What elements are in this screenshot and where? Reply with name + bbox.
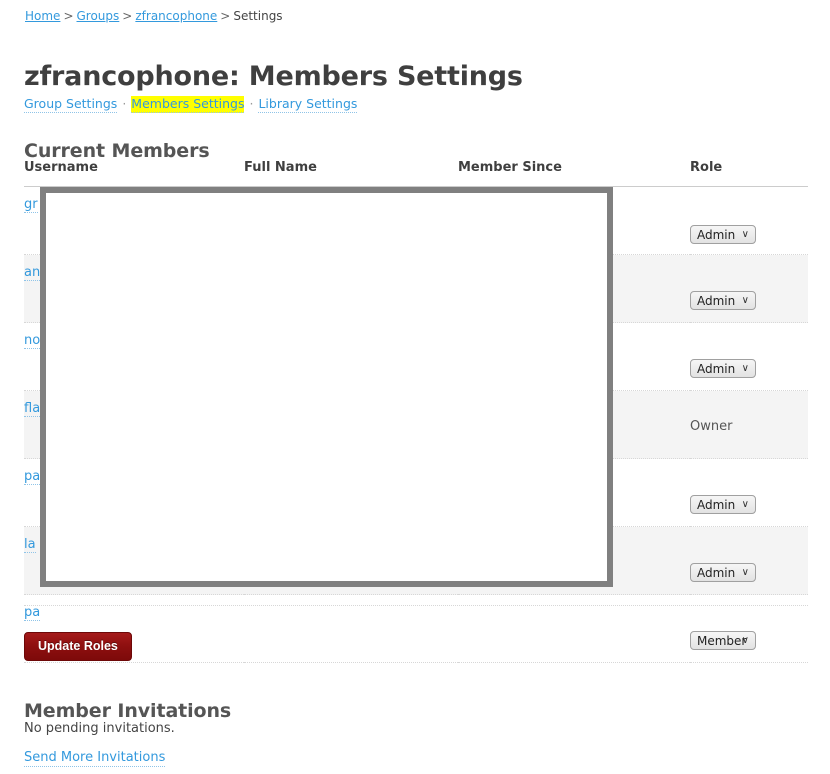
cell-role: Admin ∨ (690, 186, 808, 255)
current-members-heading: Current Members (24, 139, 210, 162)
breadcrumb-separator: > (63, 9, 74, 23)
blank-overlay-box[interactable] (40, 187, 613, 587)
role-select[interactable]: Member ∨ (690, 631, 756, 650)
breadcrumb: Home > Groups > zfrancophone > Settings (25, 9, 283, 24)
column-header-username: Username (24, 160, 244, 187)
role-select[interactable]: Admin ∨ (690, 359, 756, 378)
member-username-link[interactable]: gr (24, 197, 38, 213)
role-select[interactable]: Admin ∨ (690, 563, 756, 582)
breadcrumb-link-groups[interactable]: Groups (77, 9, 120, 23)
no-pending-invitations-text: No pending invitations. (24, 721, 175, 736)
role-select-value: Admin (697, 362, 736, 376)
cell-role: Admin ∨ (690, 254, 808, 323)
member-username-link[interactable]: la (24, 537, 36, 553)
update-roles-button[interactable]: Update Roles (24, 632, 132, 661)
role-select-value: Member (697, 634, 747, 648)
column-header-role: Role (690, 160, 808, 187)
member-username-link[interactable]: pa (24, 469, 41, 485)
role-select[interactable]: Admin ∨ (690, 291, 756, 310)
settings-nav: Group Settings · Members Settings · Library … (24, 96, 358, 113)
role-select-value: Admin (697, 228, 736, 242)
member-username-link[interactable]: fla (24, 401, 41, 417)
member-username-link[interactable]: an (24, 265, 41, 281)
breadcrumb-separator: > (122, 9, 133, 23)
cell-role: Owner (690, 390, 808, 459)
breadcrumb-link-home[interactable]: Home (25, 9, 60, 23)
chevron-down-icon: ∨ (741, 229, 749, 240)
column-header-full-name: Full Name (244, 160, 458, 187)
nav-members-settings[interactable]: Members Settings (131, 96, 245, 113)
role-select-value: Admin (697, 566, 736, 580)
nav-library-settings[interactable]: Library Settings (258, 96, 358, 113)
chevron-down-icon: ∨ (741, 499, 749, 510)
table-bottom-divider (24, 605, 808, 606)
members-table-head: Username Full Name Member Since Role (24, 160, 808, 187)
role-select[interactable]: Admin ∨ (690, 495, 756, 514)
member-username-link[interactable]: pa (24, 605, 41, 621)
nav-separator: · (122, 96, 127, 111)
chevron-down-icon: ∨ (741, 635, 749, 646)
table-header-row: Username Full Name Member Since Role (24, 160, 808, 187)
nav-group-settings[interactable]: Group Settings (24, 96, 118, 113)
chevron-down-icon: ∨ (741, 295, 749, 306)
role-select-value: Admin (697, 294, 736, 308)
member-invitations-heading: Member Invitations (24, 699, 232, 722)
breadcrumb-separator: > (220, 9, 231, 23)
breadcrumb-link-zfrancophone[interactable]: zfrancophone (135, 9, 217, 23)
cell-role: Admin ∨ (690, 526, 808, 595)
cell-role: Admin ∨ (690, 322, 808, 391)
breadcrumb-current-settings: Settings (233, 9, 283, 23)
member-username-link[interactable]: no (24, 333, 41, 349)
column-header-member-since: Member Since (458, 160, 690, 187)
send-more-invitations-link[interactable]: Send More Invitations (24, 750, 166, 767)
role-select[interactable]: Admin ∨ (690, 225, 756, 244)
cell-role: Admin ∨ (690, 458, 808, 527)
role-static-owner: Owner (690, 419, 733, 434)
role-select-value: Admin (697, 498, 736, 512)
nav-separator: · (249, 96, 254, 111)
chevron-down-icon: ∨ (741, 567, 749, 578)
chevron-down-icon: ∨ (741, 363, 749, 374)
page-title: zfrancophone: Members Settings (24, 61, 523, 93)
